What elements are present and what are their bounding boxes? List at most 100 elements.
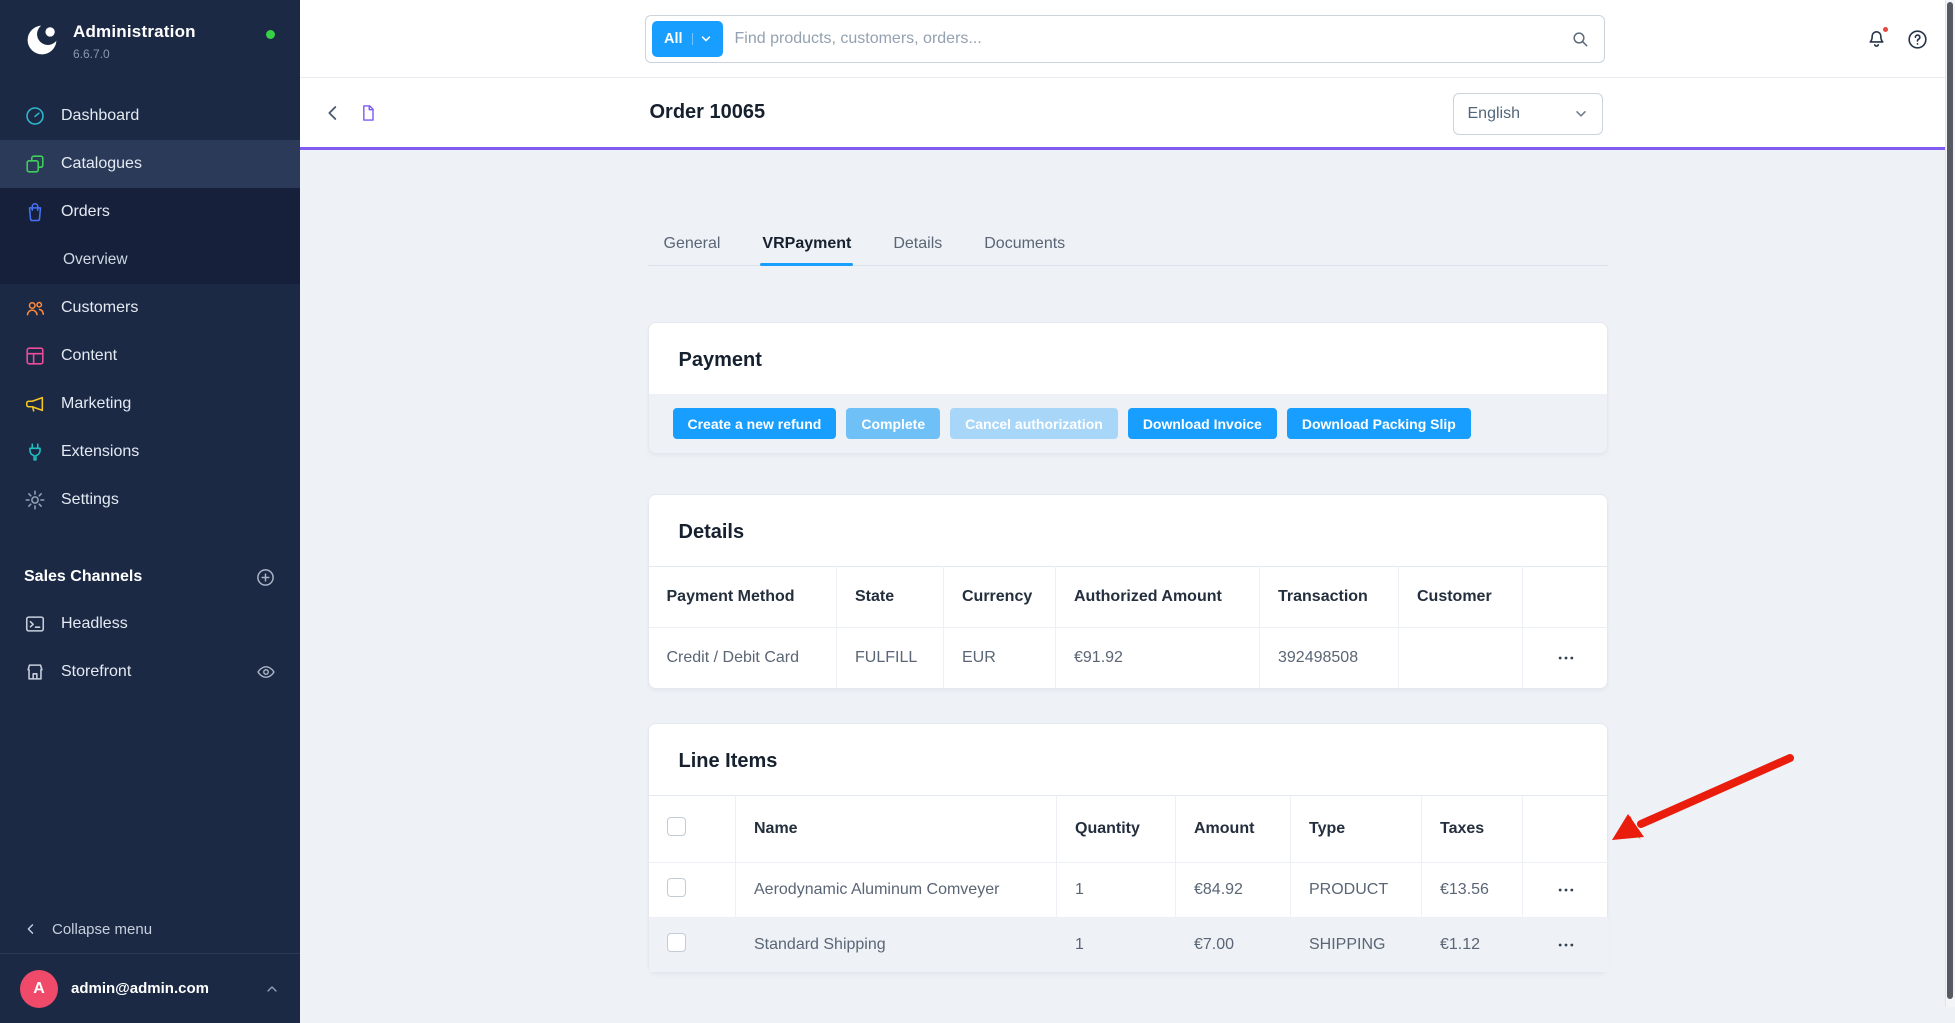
column-header-authorized-amount[interactable]: Authorized Amount: [1056, 567, 1260, 628]
tab-documents[interactable]: Documents: [982, 225, 1067, 265]
cell-type: PRODUCT: [1291, 863, 1422, 918]
tab-general[interactable]: General: [662, 225, 723, 265]
context-menu-button[interactable]: [1551, 876, 1581, 904]
storefront-icon: [24, 661, 46, 683]
cell-amount: €7.00: [1176, 918, 1291, 973]
sidebar-item-orders[interactable]: Orders: [0, 188, 300, 236]
column-header-customer[interactable]: Customer: [1399, 567, 1523, 628]
cell-quantity: 1: [1057, 918, 1176, 973]
sidebar: Administration 6.6.7.0 Dashboard Catalog…: [0, 0, 300, 1007]
search-input[interactable]: [735, 30, 1558, 48]
app-version: 6.6.7.0: [73, 47, 196, 61]
column-header-name[interactable]: Name: [736, 796, 1057, 863]
cell-type: SHIPPING: [1291, 918, 1422, 973]
sidebar-item-settings[interactable]: Settings: [0, 476, 300, 524]
column-header-quantity[interactable]: Quantity: [1057, 796, 1176, 863]
create-refund-button[interactable]: Create a new refund: [673, 408, 837, 439]
orders-nav-group: Orders Overview: [0, 188, 300, 284]
add-sales-channel-icon[interactable]: [255, 567, 276, 588]
chevron-left-icon: [22, 920, 40, 938]
cell-quantity: 1: [1057, 863, 1176, 918]
sidebar-item-marketing[interactable]: Marketing: [0, 380, 300, 428]
status-dot: [266, 30, 275, 39]
cancel-authorization-button[interactable]: Cancel authorization: [950, 408, 1118, 439]
column-header-currency[interactable]: Currency: [944, 567, 1056, 628]
cell-state: FULFILL: [837, 628, 944, 689]
collapse-menu-label: Collapse menu: [52, 921, 152, 938]
main-area: All Order 10: [300, 0, 1955, 1007]
column-header-type[interactable]: Type: [1291, 796, 1422, 863]
details-card-title: Details: [649, 495, 1607, 566]
cell-customer: [1399, 628, 1523, 689]
sidebar-item-label: Headless: [61, 615, 128, 633]
language-value: English: [1468, 105, 1520, 123]
context-menu-button[interactable]: [1551, 644, 1581, 672]
notifications-bell-icon[interactable]: [1865, 28, 1888, 51]
smartbar: Order 10065 English: [300, 78, 1955, 150]
download-packing-slip-button[interactable]: Download Packing Slip: [1287, 408, 1471, 439]
payment-card-title: Payment: [649, 323, 1607, 394]
sidebar-item-catalogues[interactable]: Catalogues: [0, 140, 300, 188]
download-invoice-button[interactable]: Download Invoice: [1128, 408, 1277, 439]
content: General VRPayment Details Documents Paym…: [300, 153, 1955, 1007]
shopware-logo-icon: [24, 22, 60, 58]
collapse-menu-button[interactable]: Collapse menu: [0, 905, 300, 953]
complete-button[interactable]: Complete: [846, 408, 940, 439]
search-icon[interactable]: [1570, 29, 1590, 49]
cell-name: Standard Shipping: [736, 918, 1057, 973]
line-item-row: Standard Shipping 1 €7.00 SHIPPING €1.12: [649, 918, 1609, 973]
cell-currency: EUR: [944, 628, 1056, 689]
line-items-header-row: Name Quantity Amount Type Taxes: [649, 796, 1609, 863]
avatar: A: [20, 970, 58, 1008]
row-checkbox[interactable]: [667, 878, 686, 897]
scrollbar-thumb[interactable]: [1947, 2, 1953, 999]
column-header-transaction[interactable]: Transaction: [1260, 567, 1399, 628]
sidebar-item-headless[interactable]: Headless: [0, 600, 300, 648]
column-header-amount[interactable]: Amount: [1176, 796, 1291, 863]
user-menu[interactable]: A admin@admin.com: [0, 953, 300, 1023]
catalogues-icon: [24, 153, 46, 175]
sidebar-item-content[interactable]: Content: [0, 332, 300, 380]
sales-channels-heading: Sales Channels: [0, 554, 300, 600]
column-header-taxes[interactable]: Taxes: [1422, 796, 1523, 863]
context-menu-button[interactable]: [1551, 931, 1581, 959]
language-select[interactable]: English: [1453, 93, 1603, 135]
payment-actions: Create a new refund Complete Cancel auth…: [649, 394, 1607, 453]
sidebar-item-storefront[interactable]: Storefront: [0, 648, 300, 696]
tab-vrpayment[interactable]: VRPayment: [760, 225, 853, 265]
dashboard-icon: [24, 105, 46, 127]
line-items-table: Name Quantity Amount Type Taxes Aerodyna…: [649, 795, 1609, 972]
search-filter-button[interactable]: All: [652, 21, 723, 57]
cell-taxes: €1.12: [1422, 918, 1523, 973]
sidebar-item-label: Dashboard: [61, 107, 139, 125]
row-checkbox[interactable]: [667, 933, 686, 952]
global-search: All: [645, 15, 1605, 63]
details-card: Details Payment Method State Currency Au…: [648, 494, 1608, 689]
column-header-actions: [1523, 796, 1609, 863]
sidebar-item-label: Overview: [63, 251, 128, 269]
details-header-row: Payment Method State Currency Authorized…: [649, 567, 1609, 628]
column-header-state[interactable]: State: [837, 567, 944, 628]
sidebar-item-extensions[interactable]: Extensions: [0, 428, 300, 476]
eye-icon[interactable]: [256, 662, 276, 682]
page-title: Order 10065: [650, 101, 766, 124]
app-title: Administration: [73, 22, 196, 42]
extensions-icon: [24, 441, 46, 463]
cell-amount: €84.92: [1176, 863, 1291, 918]
select-all-checkbox[interactable]: [667, 817, 686, 836]
column-header-payment-method[interactable]: Payment Method: [649, 567, 837, 628]
payment-card: Payment Create a new refund Complete Can…: [648, 322, 1608, 454]
cell-taxes: €13.56: [1422, 863, 1523, 918]
help-icon[interactable]: [1906, 28, 1929, 51]
gear-icon: [24, 489, 46, 511]
sidebar-item-dashboard[interactable]: Dashboard: [0, 92, 300, 140]
notification-dot: [1881, 25, 1890, 34]
sidebar-item-label: Marketing: [61, 395, 131, 413]
sidebar-item-customers[interactable]: Customers: [0, 284, 300, 332]
back-button[interactable]: [322, 102, 344, 124]
cell-transaction: 392498508: [1260, 628, 1399, 689]
orders-icon: [24, 201, 46, 223]
line-items-card-title: Line Items: [649, 724, 1607, 795]
sidebar-item-orders-overview[interactable]: Overview: [0, 236, 300, 284]
tab-details[interactable]: Details: [891, 225, 944, 265]
